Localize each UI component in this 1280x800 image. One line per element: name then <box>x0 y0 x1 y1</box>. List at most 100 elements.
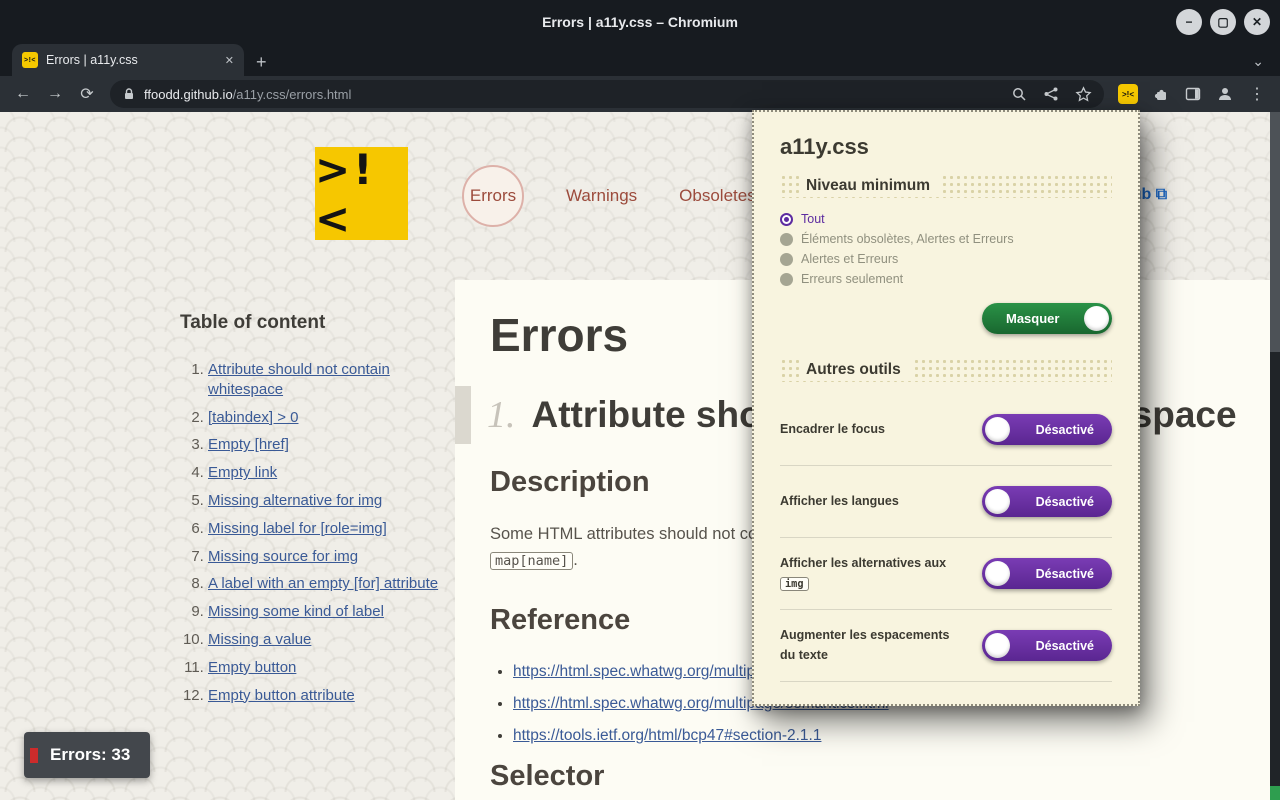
errors-count-badge[interactable]: Errors: 33 <box>24 732 150 778</box>
toc-link[interactable]: Missing some kind of label <box>208 603 384 620</box>
hide-button-row: Masquer <box>780 303 1112 334</box>
profile-avatar-icon[interactable] <box>1210 79 1240 109</box>
toc-link[interactable]: A label with an empty [for] attribute <box>208 575 438 592</box>
radio-icon <box>780 273 793 286</box>
error-marker-icon <box>30 748 38 763</box>
side-panel-icon[interactable] <box>1178 79 1208 109</box>
nav-item-errors[interactable]: Errors <box>462 165 524 227</box>
tab-search-chevron-icon[interactable]: ⌄ <box>1252 53 1264 70</box>
toc-list: Attribute should not contain whitespace … <box>180 360 448 705</box>
toggle-knob <box>985 489 1010 514</box>
toc-link[interactable]: Missing alternative for img <box>208 492 382 509</box>
toggle-knob <box>985 417 1010 442</box>
radio-icon <box>780 233 793 246</box>
inline-code-img: img <box>780 577 809 591</box>
toc-item: Missing a value <box>208 630 448 650</box>
tools-section-heading: Autres outils <box>802 359 913 381</box>
section-number: 1. <box>487 393 516 437</box>
site-nav: Errors Warnings Obsoletes <box>462 165 756 227</box>
browser-menu-kebab-icon[interactable]: ⋮ <box>1242 79 1272 109</box>
reload-button[interactable]: ⟳ <box>72 79 102 109</box>
bookmark-star-icon[interactable] <box>1075 86 1092 103</box>
reference-link[interactable]: https://tools.ietf.org/html/bcp47#sectio… <box>513 727 821 744</box>
forward-button[interactable]: → <box>40 79 70 109</box>
tab-strip: >!< Errors | a11y.css ✕ + ⌄ <box>0 44 1280 76</box>
page-title: Errors <box>490 308 628 362</box>
popup-title: a11y.css <box>780 134 1112 160</box>
toc-link[interactable]: Attribute should not contain whitespace <box>208 361 390 398</box>
toggle-knob <box>985 633 1010 658</box>
radio-alertes-erreurs[interactable]: Alertes et Erreurs <box>780 249 1112 269</box>
url-text: ffoodd.github.io/a11y.css/errors.html <box>144 87 351 102</box>
tab-title: Errors | a11y.css <box>46 53 217 67</box>
languages-toggle[interactable]: Désactivé <box>982 486 1112 517</box>
toggle-knob <box>985 561 1010 586</box>
section-heading-decor <box>455 386 471 444</box>
level-section-band: Niveau minimum <box>780 174 1112 198</box>
a11y-extension-icon[interactable]: >!< <box>1118 84 1138 104</box>
level-radio-group: Tout Éléments obsolètes, Alertes et Erre… <box>780 209 1112 289</box>
radio-tout[interactable]: Tout <box>780 209 1112 229</box>
inline-code-map-name: map[name] <box>490 552 573 570</box>
tool-row-focus: Encadrer le focus Désactivé <box>780 394 1112 466</box>
nav-item-obsoletes[interactable]: Obsoletes <box>679 186 756 206</box>
tab-favicon-icon: >!< <box>22 52 38 68</box>
text-spacing-toggle[interactable]: Désactivé <box>982 630 1112 661</box>
reference-heading: Reference <box>490 604 630 637</box>
focus-toggle[interactable]: Désactivé <box>982 414 1112 445</box>
toc-link[interactable]: Missing label for [role=img] <box>208 520 387 537</box>
site-info-lock-icon[interactable] <box>122 87 136 101</box>
tool-row-alternatives: Afficher les alternatives aux img Désact… <box>780 538 1112 610</box>
a11y-css-logo[interactable]: >!< <box>315 147 408 240</box>
window-titlebar: Errors | a11y.css – Chromium − ▢ ✕ <box>0 0 1280 44</box>
toc-item: Missing alternative for img <box>208 491 448 511</box>
radio-obsoletes-alertes-erreurs[interactable]: Éléments obsolètes, Alertes et Erreurs <box>780 229 1112 249</box>
toc-link[interactable]: [tabindex] > 0 <box>208 409 298 426</box>
nav-item-warnings[interactable]: Warnings <box>566 186 637 206</box>
toc-title: Table of content <box>180 312 448 334</box>
toc-item: Missing some kind of label <box>208 602 448 622</box>
a11y-extension-popup: a11y.css Niveau minimum Tout Éléments ob… <box>752 110 1140 706</box>
address-bar[interactable]: ffoodd.github.io/a11y.css/errors.html <box>110 80 1104 108</box>
page-scrollbar[interactable] <box>1270 112 1280 800</box>
toc-item: Missing source for img <box>208 547 448 567</box>
tool-row-languages: Afficher les langues Désactivé <box>780 466 1112 538</box>
new-tab-button[interactable]: + <box>256 53 267 71</box>
url-host: ffoodd.github.io <box>144 87 233 102</box>
errors-count-label: Errors: 33 <box>50 745 130 765</box>
toc-item: Missing label for [role=img] <box>208 519 448 539</box>
alternatives-toggle[interactable]: Désactivé <box>982 558 1112 589</box>
toc-link[interactable]: Missing a value <box>208 631 311 648</box>
window-title: Errors | a11y.css – Chromium <box>542 14 738 30</box>
toc-link[interactable]: Empty [href] <box>208 436 289 453</box>
maximize-button[interactable]: ▢ <box>1210 9 1236 35</box>
toggle-knob <box>1084 306 1109 331</box>
share-icon[interactable] <box>1043 86 1059 102</box>
toc-link[interactable]: Empty button <box>208 659 296 676</box>
external-link-icon: ⧉ <box>1156 186 1167 203</box>
minimize-button[interactable]: − <box>1176 9 1202 35</box>
reference-item: https://tools.ietf.org/html/bcp47#sectio… <box>513 724 904 749</box>
extensions-puzzle-icon[interactable] <box>1146 79 1176 109</box>
toc-item: Empty button attribute <box>208 686 448 706</box>
close-button[interactable]: ✕ <box>1244 9 1270 35</box>
back-button[interactable]: ← <box>8 79 38 109</box>
toc-item: Empty [href] <box>208 435 448 455</box>
table-of-content: Table of content Attribute should not co… <box>180 312 448 713</box>
tab-errors-a11y[interactable]: >!< Errors | a11y.css ✕ <box>12 44 244 76</box>
masquer-toggle[interactable]: Masquer <box>982 303 1112 334</box>
toc-link[interactable]: Missing source for img <box>208 548 358 565</box>
radio-icon <box>780 253 793 266</box>
toc-item: Attribute should not contain whitespace <box>208 360 448 400</box>
radio-erreurs-seulement[interactable]: Erreurs seulement <box>780 269 1112 289</box>
tab-close-icon[interactable]: ✕ <box>225 54 234 67</box>
toc-link[interactable]: Empty link <box>208 464 277 481</box>
search-icon[interactable] <box>1011 86 1027 102</box>
selector-heading: Selector <box>490 760 604 793</box>
toc-item: Empty link <box>208 463 448 483</box>
tools-list: Encadrer le focus Désactivé Afficher les… <box>780 394 1112 682</box>
browser-window: Errors | a11y.css – Chromium − ▢ ✕ >!< E… <box>0 0 1280 800</box>
tool-row-text-spacing: Augmenter les espacements du texte Désac… <box>780 610 1112 682</box>
scrollbar-thumb[interactable] <box>1270 112 1280 352</box>
toc-link[interactable]: Empty button attribute <box>208 687 355 704</box>
